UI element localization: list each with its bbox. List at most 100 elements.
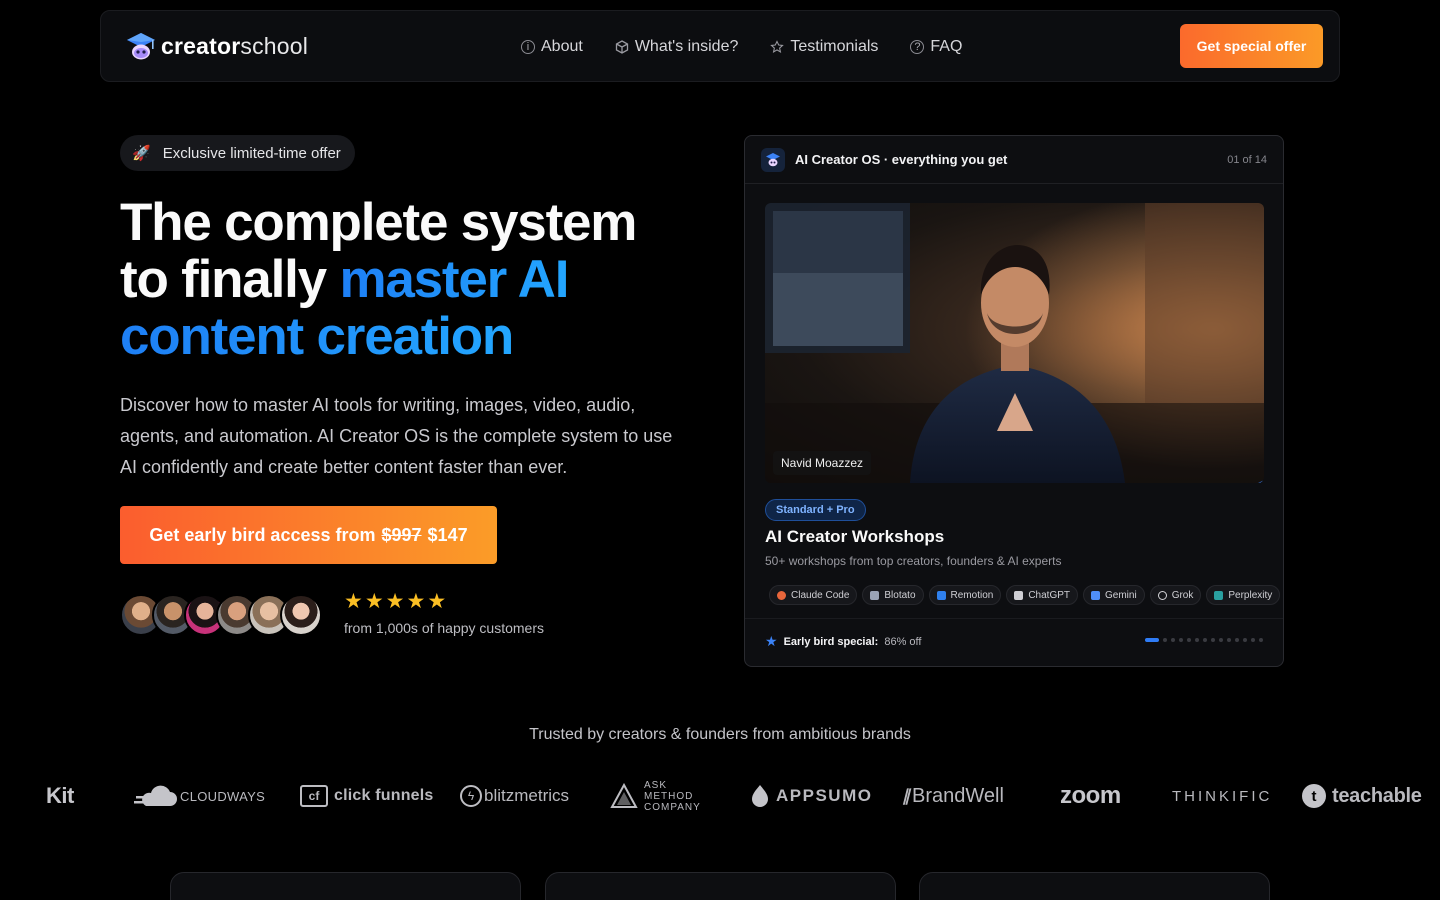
carousel-dots (1145, 638, 1263, 642)
workshop-video-thumbnail[interactable]: Navid Moazzez (765, 203, 1264, 483)
grok-icon (1157, 590, 1167, 600)
brand-name: click funnels (334, 787, 434, 804)
presenter-illustration (765, 203, 1264, 483)
nav-link-label: FAQ (930, 38, 963, 55)
brand-name: APPSUMO (776, 786, 873, 805)
chatgpt-icon (1014, 590, 1024, 600)
brand-name: ASK METHOD COMPANY (644, 779, 701, 813)
nav-link-about[interactable]: i About (521, 38, 583, 56)
carousel-dot[interactable] (1211, 638, 1215, 642)
avatar (280, 594, 322, 636)
top-navbar: creatorschool i About What's inside? Tes… (100, 10, 1340, 82)
early-bird-cta-button[interactable]: Get early bird access from $997 $147 (120, 506, 497, 564)
tool-tag: Blotato (862, 585, 924, 605)
feature-card (170, 872, 521, 900)
workshop-title: AI Creator Workshops (765, 527, 945, 546)
logo[interactable]: creatorschool (125, 31, 308, 61)
brand-logo-teachable: t teachable (1302, 776, 1422, 816)
early-bird-note: ★ Early bird special: 86% off (765, 633, 921, 650)
nav-link-faq[interactable]: ? FAQ (910, 38, 962, 56)
brand-name: zoom (1060, 782, 1121, 809)
customer-avatars (120, 594, 322, 636)
star-icon: ★ (765, 633, 778, 649)
blotato-icon (870, 590, 880, 600)
carousel-dot[interactable] (1235, 638, 1239, 642)
tool-tag: Remotion (928, 585, 1002, 605)
carousel-dot[interactable] (1179, 638, 1183, 642)
info-icon: i (521, 40, 535, 54)
brand-name: THINKIFIC (1172, 787, 1273, 805)
hero-headline: The complete system to finally master AI… (120, 194, 720, 365)
carousel-dot[interactable] (1145, 638, 1159, 642)
carousel-dot[interactable] (1203, 638, 1207, 642)
logo-text-bold: creator (161, 32, 241, 59)
tool-tag-label: Remotion (950, 589, 994, 601)
brand-logo-appsumo: APPSUMO (750, 776, 872, 816)
star-icon: ★ (385, 590, 405, 613)
feature-card (919, 872, 1270, 900)
logo-text-light: school (240, 32, 309, 59)
star-icon: ★ (427, 590, 447, 613)
offer-badge-label: Exclusive limited-time offer (162, 144, 341, 162)
brandwell-mark-icon: ∥ (902, 788, 910, 805)
star-icon: ★ (364, 590, 384, 613)
logo-mascot-icon (125, 31, 157, 61)
get-special-offer-button[interactable]: Get special offer (1180, 24, 1323, 68)
question-icon: ? (910, 40, 925, 54)
carousel-dot[interactable] (1251, 638, 1255, 642)
presenter-name-tag: Navid Moazzez (773, 451, 872, 475)
offer-badge: 🚀 Exclusive limited-time offer (120, 135, 355, 171)
brand-logo-ask-method: ASK METHOD COMPANY (610, 776, 716, 816)
nav-link-whats-inside[interactable]: What's inside? (615, 38, 738, 56)
rocket-icon: 🚀 (132, 145, 151, 162)
brand-logo-blitzmetrics: ϟ blitzmetrics (460, 776, 569, 816)
carousel-dot[interactable] (1171, 638, 1175, 642)
triangle-icon (610, 783, 638, 808)
tool-tag: Grok (1149, 585, 1202, 605)
star-icon: ★ (344, 590, 363, 613)
carousel-dot[interactable] (1219, 638, 1223, 642)
box-icon (615, 40, 629, 54)
carousel-dot[interactable] (1195, 638, 1199, 642)
remotion-icon (936, 590, 946, 600)
workshop-subtitle: 50+ workshops from top creators, founder… (765, 554, 1062, 568)
brand-name: Kit (46, 783, 74, 808)
carousel-dot[interactable] (1187, 638, 1191, 642)
cta-old-price: $997 (381, 524, 422, 545)
nav-link-label: About (541, 38, 583, 55)
headline-line1: The complete system (120, 193, 637, 252)
carousel-dot[interactable] (1259, 638, 1263, 642)
headline-accent-1: master AI (339, 250, 569, 309)
hero-description: Discover how to master AI tools for writ… (120, 395, 673, 477)
early-bird-value: 86% off (884, 635, 922, 648)
brand-logo-brandwell: ∥ BrandWell (902, 776, 1004, 816)
card-footer: ★ Early bird special: 86% off (745, 618, 1283, 666)
tool-tags: Claude Code Blotato Remotion ChatGPT Gem… (769, 585, 1281, 605)
carousel-dot[interactable] (1227, 638, 1231, 642)
star-icon: ★ (406, 590, 426, 613)
carousel-dot[interactable] (1163, 638, 1167, 642)
teachable-t-icon: t (1302, 784, 1326, 808)
tool-tag-label: Blotato (884, 589, 916, 601)
gemini-icon (1091, 590, 1101, 600)
social-proof-text: from 1,000s of happy customers (344, 620, 544, 636)
bolt-circle-icon: ϟ (460, 785, 482, 807)
trusted-heading: Trusted by creators & founders from ambi… (529, 726, 911, 743)
feature-card (545, 872, 896, 900)
product-carousel-card: AI Creator OS · everything you get 01 of… (744, 135, 1284, 667)
brand-logo-clickfunnels: cf click funnels (300, 776, 434, 816)
tool-tag-label: ChatGPT (1028, 589, 1071, 601)
brand-name: BrandWell (912, 784, 1004, 807)
appsumo-drop-icon (752, 785, 768, 807)
brand-logo-thinkific: THINKIFIC (1172, 776, 1272, 816)
carousel-dot[interactable] (1243, 638, 1247, 642)
card-title: AI Creator OS · everything you get (795, 152, 1008, 167)
nav-link-label: Testimonials (790, 38, 879, 55)
tool-tag-label: Gemini (1105, 589, 1137, 601)
brand-logos-row: Kit CLOUDWAYS cf click funnels ϟ blitzme… (0, 776, 1440, 816)
early-bird-label: Early bird special: (783, 635, 879, 648)
tool-tag: Gemini (1083, 585, 1145, 605)
nav-link-testimonials[interactable]: Testimonials (770, 38, 878, 56)
tool-tag: Perplexity (1206, 585, 1281, 605)
tool-tag-label: Perplexity (1228, 589, 1273, 601)
